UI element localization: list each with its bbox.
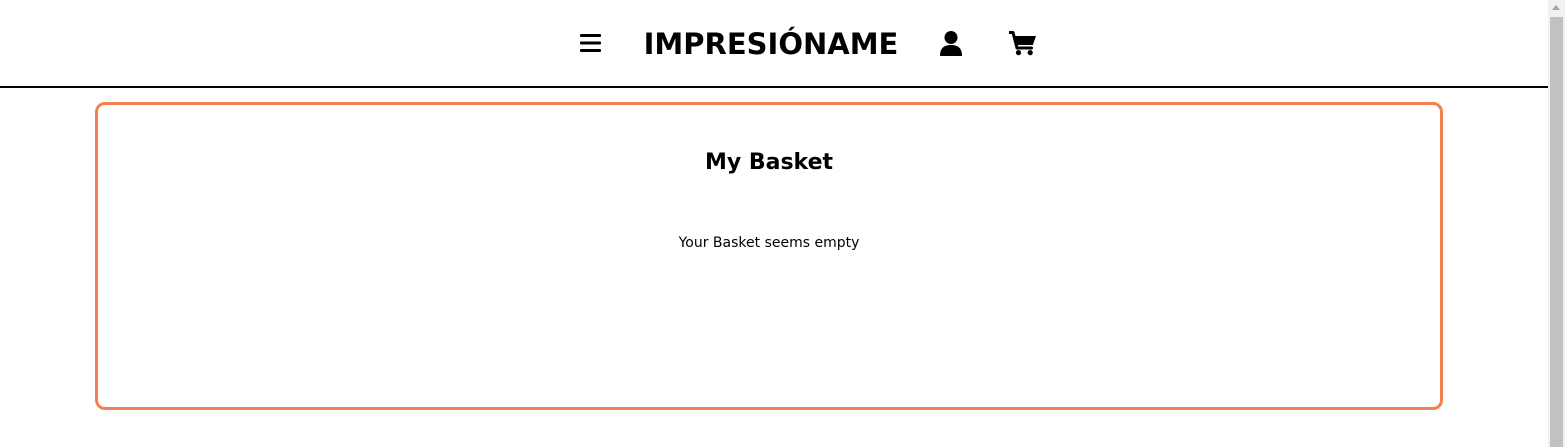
page: IMPRESIÓNAME My Basket Your Basket seems…: [0, 0, 1548, 447]
brand-title[interactable]: IMPRESIÓNAME: [630, 22, 912, 66]
basket-title: My Basket: [704, 149, 834, 175]
site-header: IMPRESIÓNAME: [0, 0, 1548, 88]
scrollbar-thumb[interactable]: [1550, 17, 1563, 447]
basket-card: My Basket Your Basket seems empty: [95, 102, 1443, 410]
browser-viewport: IMPRESIÓNAME My Basket Your Basket seems…: [0, 0, 1565, 447]
cart-icon[interactable]: [1009, 31, 1037, 56]
user-icon[interactable]: [940, 31, 962, 56]
menu-icon[interactable]: [580, 34, 601, 52]
scroll-up-arrow-icon[interactable]: [1552, 5, 1560, 10]
vertical-scrollbar[interactable]: [1548, 0, 1565, 447]
basket-empty-message: Your Basket seems empty: [678, 235, 860, 251]
